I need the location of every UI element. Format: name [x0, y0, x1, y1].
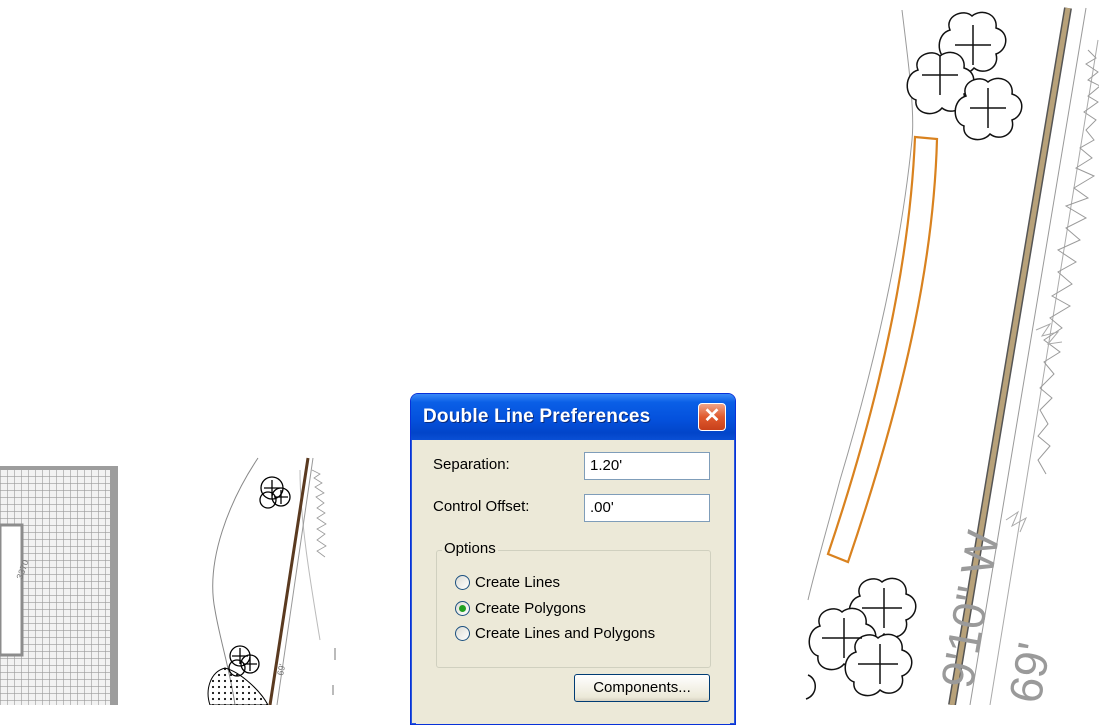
cad-drawing-zoomed: 9'10" W 69' [805, 7, 1099, 705]
small-distance-label: 69' [275, 663, 287, 677]
double-line-preferences-dialog: Double Line Preferences ✕ Separation: 1.… [410, 393, 736, 725]
control-offset-field[interactable]: .00' [584, 494, 710, 522]
close-button[interactable]: ✕ [698, 403, 726, 431]
control-offset-label: Control Offset: [433, 498, 530, 515]
tree-symbol [906, 11, 1023, 141]
radio-button-selected-icon[interactable] [455, 600, 470, 616]
close-icon: ✕ [703, 405, 721, 427]
radio-create-lines-and-polygons[interactable]: Create Lines and Polygons [455, 622, 655, 644]
components-button[interactable]: Components... [574, 674, 710, 702]
radio-label: Create Polygons [475, 599, 586, 617]
tree-symbol [805, 577, 917, 700]
radio-create-lines[interactable]: Create Lines [455, 571, 560, 593]
separation-field[interactable]: 1.20' [584, 452, 710, 480]
cad-drawing-small: 3370 69' [0, 457, 336, 705]
building-footprint: 3370 [0, 466, 118, 705]
dialog-body: Separation: 1.20' Control Offset: .00' O… [416, 440, 730, 724]
radio-button-icon[interactable] [455, 574, 470, 590]
dialog-title: Double Line Preferences [423, 406, 651, 427]
separation-label: Separation: [433, 456, 510, 473]
radio-create-polygons[interactable]: Create Polygons [455, 597, 586, 619]
cad-view-right[interactable]: 9'10" W 69' [800, 0, 1099, 705]
radio-label: Create Lines and Polygons [475, 624, 656, 642]
dialog-titlebar[interactable]: Double Line Preferences ✕ [411, 394, 735, 440]
radio-button-icon[interactable] [455, 625, 470, 641]
distance-label: 69' [999, 639, 1061, 705]
created-polygon [826, 135, 939, 564]
options-group: Options Create Lines Create Polygons Cre… [436, 540, 711, 668]
tree-symbol [259, 476, 291, 509]
cad-view-left[interactable]: 3370 69' [0, 0, 340, 705]
options-group-label: Options [442, 540, 498, 557]
radio-label: Create Lines [475, 573, 561, 591]
bearing-label: 9'10" W [931, 526, 1010, 691]
